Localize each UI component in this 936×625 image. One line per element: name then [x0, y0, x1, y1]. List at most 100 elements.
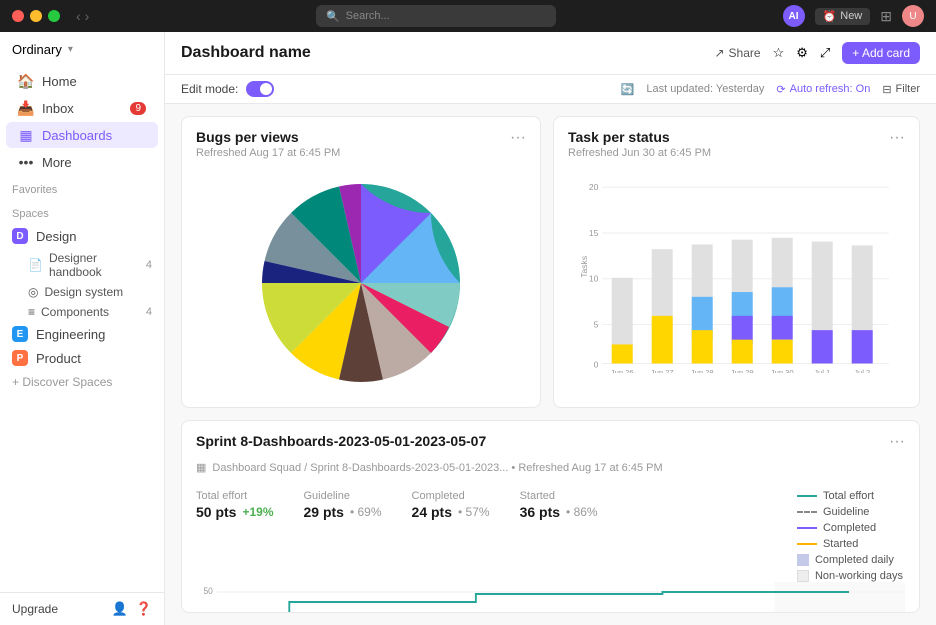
refresh-dot: ⟳	[776, 83, 785, 96]
svg-text:0: 0	[594, 359, 599, 369]
edit-mode-switch[interactable]	[246, 81, 274, 97]
sidebar-item-designer-handbook[interactable]: 📄 Designer handbook 4	[0, 248, 164, 282]
svg-text:Jul 2: Jul 2	[854, 368, 870, 373]
clock-icon: ⏰	[823, 10, 837, 23]
pie-chart-container	[182, 165, 540, 407]
design-system-label: Design system	[44, 285, 123, 299]
upgrade-button[interactable]: Upgrade	[12, 602, 104, 616]
sidebar-item-more[interactable]: ••• More	[6, 149, 158, 175]
share-button[interactable]: ↗ Share	[714, 46, 760, 60]
svg-text:Tasks: Tasks	[579, 256, 589, 278]
charts-row: Bugs per views Refreshed Aug 17 at 6:45 …	[181, 116, 920, 408]
task-chart-menu[interactable]: ···	[889, 129, 905, 147]
sidebar-item-product[interactable]: P Product	[0, 346, 164, 370]
sprint-chart-area: 50 40 30	[182, 582, 919, 613]
user-avatar[interactable]: U	[902, 5, 924, 27]
sidebar-item-design[interactable]: D Design	[0, 224, 164, 248]
bar-jun30-yellow	[772, 340, 793, 364]
forward-arrow[interactable]: ›	[85, 8, 90, 24]
stat-guideline: Guideline 29 pts • 69%	[304, 490, 382, 520]
svg-text:20: 20	[589, 182, 599, 192]
search-placeholder: Search...	[346, 10, 390, 22]
discover-spaces[interactable]: + Discover Spaces	[0, 370, 164, 394]
sidebar-footer: Upgrade 👤 ❓	[0, 592, 164, 625]
auto-refresh-label[interactable]: ⟳ Auto refresh: On	[776, 83, 870, 96]
guideline-value: 29 pts • 69%	[304, 504, 382, 520]
sidebar-item-components[interactable]: ≡ Components 4	[0, 302, 164, 322]
maximize-dot[interactable]	[48, 10, 60, 22]
share-icon: ↗	[714, 46, 724, 60]
nav-arrows: ‹ ›	[76, 8, 89, 24]
legend-guideline: Guideline	[797, 506, 903, 518]
help-icon[interactable]: ❓	[136, 601, 152, 617]
filter-icon: ⊟	[882, 83, 891, 96]
main-header: Dashboard name ↗ Share ☆ ⚙ ⤢ + Add card	[165, 32, 936, 75]
minimize-dot[interactable]	[30, 10, 42, 22]
bar-jun26-yellow	[612, 344, 633, 363]
bar-jun30-purple	[772, 316, 793, 340]
toolbar: Edit mode: 🔄 Last updated: Yesterday ⟳ A…	[165, 75, 936, 104]
sprint-stats: Total effort 50 pts +19% Guideline 29 pt…	[182, 482, 612, 528]
bar-jun27-yellow	[652, 316, 673, 364]
legend-total-effort: Total effort	[797, 490, 903, 502]
header-actions: ↗ Share ☆ ⚙ ⤢ + Add card	[714, 42, 920, 64]
titlebar: ‹ › 🔍 Search... AI ⏰ New ⊞ U	[0, 0, 936, 32]
add-card-button[interactable]: + Add card	[842, 42, 920, 64]
sidebar-item-home[interactable]: 🏠 Home	[6, 68, 158, 94]
started-legend-color	[797, 543, 817, 545]
content-area: Bugs per views Refreshed Aug 17 at 6:45 …	[165, 104, 936, 625]
guideline-label: Guideline	[304, 490, 382, 502]
expand-icon[interactable]: ⤢	[820, 45, 830, 61]
task-chart-subtitle: Refreshed Jun 30 at 6:45 PM	[568, 147, 711, 159]
doc-icon: 📄	[28, 258, 43, 272]
svg-text:5: 5	[594, 319, 599, 329]
task-chart-card: Task per status Refreshed Jun 30 at 6:45…	[553, 116, 920, 408]
workspace-header[interactable]: Ordinary ▾	[0, 32, 164, 67]
legend-started: Started	[797, 538, 903, 550]
task-chart-title: Task per status	[568, 129, 711, 145]
user-icon[interactable]: 👤	[112, 601, 128, 617]
dashboard-icon: ▦	[196, 461, 206, 474]
toolbar-right: 🔄 Last updated: Yesterday ⟳ Auto refresh…	[621, 83, 920, 96]
chart-legend: Total effort Guideline Completed St	[797, 482, 919, 582]
bugs-chart-title: Bugs per views	[196, 129, 340, 145]
close-dot[interactable]	[12, 10, 24, 22]
sidebar-item-design-system[interactable]: ◎ Design system	[0, 282, 164, 302]
components-label: Components	[41, 305, 109, 319]
grid-icon[interactable]: ⊞	[880, 8, 892, 25]
bugs-chart-menu[interactable]: ···	[510, 129, 526, 147]
non-working-legend-color	[797, 570, 809, 582]
bugs-chart-card: Bugs per views Refreshed Aug 17 at 6:45 …	[181, 116, 541, 408]
sidebar-item-dashboards[interactable]: ▦ Dashboards	[6, 122, 158, 148]
handbook-count: 4	[146, 259, 152, 271]
sidebar-nav: 🏠 Home 📥 Inbox 9 ▦ Dashboards ••• More F…	[0, 67, 164, 592]
svg-text:10: 10	[589, 274, 599, 284]
started-pct: • 86%	[566, 505, 598, 519]
app-container: Ordinary ▾ 🏠 Home 📥 Inbox 9 ▦ Dashboards…	[0, 32, 936, 625]
dashboards-label: Dashboards	[42, 128, 112, 143]
bugs-card-header: Bugs per views Refreshed Aug 17 at 6:45 …	[182, 117, 540, 165]
bar-jun29-yellow	[732, 340, 753, 364]
total-effort-value: 50 pts +19%	[196, 504, 274, 520]
sprint-title: Sprint 8-Dashboards-2023-05-01-2023-05-0…	[196, 433, 486, 449]
ai-badge[interactable]: AI	[783, 5, 805, 27]
search-bar[interactable]: 🔍 Search...	[316, 5, 556, 27]
workspace-chevron: ▾	[68, 44, 73, 55]
back-arrow[interactable]: ‹	[76, 8, 81, 24]
inbox-badge: 9	[130, 102, 146, 115]
settings-icon[interactable]: ⚙	[796, 45, 808, 61]
page-title: Dashboard name	[181, 44, 311, 62]
sprint-menu[interactable]: ···	[889, 433, 905, 451]
bar-chart: 20 15 10 5 0 Tasks	[568, 173, 905, 373]
star-icon[interactable]: ☆	[773, 45, 785, 61]
svg-text:Jul 1: Jul 1	[814, 368, 830, 373]
new-button[interactable]: ⏰ New	[815, 8, 871, 25]
started-label: Started	[520, 490, 598, 502]
non-working-region	[774, 582, 905, 613]
sprint-meta-text: Dashboard Squad / Sprint 8-Dashboards-20…	[212, 462, 662, 474]
sidebar-item-engineering[interactable]: E Engineering	[0, 322, 164, 346]
sidebar-item-inbox[interactable]: 📥 Inbox 9	[6, 95, 158, 121]
sprint-card: Sprint 8-Dashboards-2023-05-01-2023-05-0…	[181, 420, 920, 613]
filter-button[interactable]: ⊟ Filter	[882, 83, 920, 96]
stat-total-effort: Total effort 50 pts +19%	[196, 490, 274, 520]
